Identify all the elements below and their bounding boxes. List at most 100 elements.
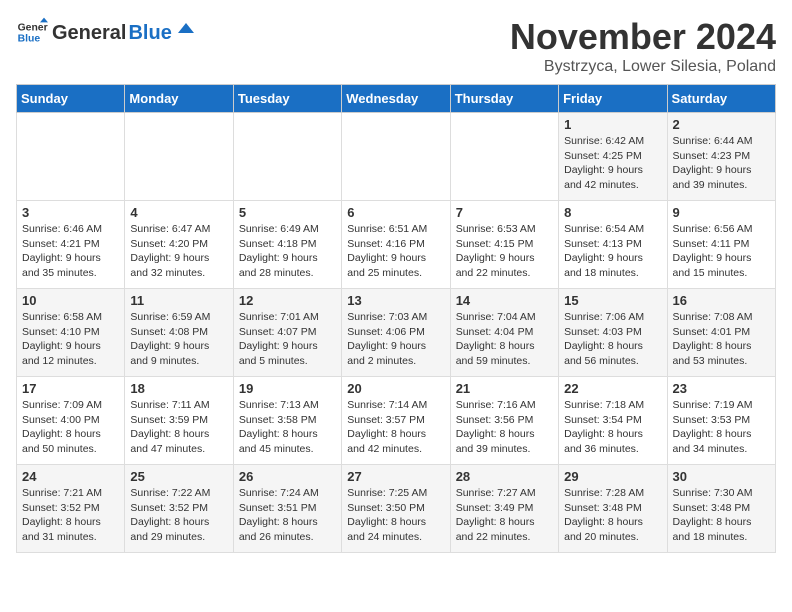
day-info: Sunrise: 6:54 AM Sunset: 4:13 PM Dayligh…: [564, 222, 661, 281]
day-number: 12: [239, 293, 336, 308]
calendar-cell: 20Sunrise: 7:14 AM Sunset: 3:57 PM Dayli…: [342, 377, 450, 465]
day-number: 11: [130, 293, 227, 308]
calendar-cell: 26 Sunrise: 7:24 AM Sunset: 3:51 PM Dayli…: [233, 465, 341, 553]
title-section: November 2024 Bystrzyca, Lower Silesia, …: [510, 16, 776, 76]
page-header: General Blue GeneralBlue November 2024 B…: [16, 16, 776, 76]
day-info: Sunrise: 7:11 AM Sunset: 3:59 PM Dayligh…: [130, 398, 227, 457]
day-number: 27: [347, 469, 444, 484]
day-info: Sunrise: 6:42 AM Sunset: 4:25 PM Dayligh…: [564, 134, 661, 193]
calendar-cell: 24 Sunrise: 7:21 AM Sunset: 3:52 PM Dayli…: [17, 465, 125, 553]
day-info: Sunrise: 7:16 AM Sunset: 3:56 PM Dayligh…: [456, 398, 553, 457]
day-info: Sunrise: 7:03 AM Sunset: 4:06 PM Dayligh…: [347, 310, 444, 369]
calendar-cell: 29Sunrise: 7:28 AM Sunset: 3:48 PM Dayli…: [559, 465, 667, 553]
logo-general-text: General: [52, 22, 126, 45]
day-number: 7: [456, 205, 553, 220]
calendar-week-row: 1 Sunrise: 6:42 AM Sunset: 4:25 PM Daylig…: [17, 113, 776, 201]
day-number: 28: [456, 469, 553, 484]
calendar-cell: 27 Sunrise: 7:25 AM Sunset: 3:50 PM Dayli…: [342, 465, 450, 553]
calendar-cell: 15Sunrise: 7:06 AM Sunset: 4:03 PM Dayli…: [559, 289, 667, 377]
day-number: 1: [564, 117, 661, 132]
calendar-cell: 10Sunrise: 6:58 AM Sunset: 4:10 PM Dayli…: [17, 289, 125, 377]
day-info: Sunrise: 7:21 AM Sunset: 3:52 PM Dayligh…: [22, 486, 119, 545]
logo: General Blue GeneralBlue: [16, 16, 196, 48]
calendar-cell: [125, 113, 233, 201]
calendar-cell: 3Sunrise: 6:46 AM Sunset: 4:21 PM Daylig…: [17, 201, 125, 289]
day-number: 21: [456, 381, 553, 396]
day-number: 8: [564, 205, 661, 220]
calendar-cell: 16Sunrise: 7:08 AM Sunset: 4:01 PM Dayli…: [667, 289, 775, 377]
logo-chevron-icon: [176, 19, 196, 39]
day-info: Sunrise: 7:18 AM Sunset: 3:54 PM Dayligh…: [564, 398, 661, 457]
calendar-cell: 5Sunrise: 6:49 AM Sunset: 4:18 PM Daylig…: [233, 201, 341, 289]
weekday-header-monday: Monday: [125, 85, 233, 113]
calendar-cell: 13Sunrise: 7:03 AM Sunset: 4:06 PM Dayli…: [342, 289, 450, 377]
day-number: 25: [130, 469, 227, 484]
day-info: Sunrise: 6:59 AM Sunset: 4:08 PM Dayligh…: [130, 310, 227, 369]
day-info: Sunrise: 7:04 AM Sunset: 4:04 PM Dayligh…: [456, 310, 553, 369]
logo-icon: General Blue: [16, 16, 48, 48]
calendar-table: SundayMondayTuesdayWednesdayThursdayFrid…: [16, 84, 776, 553]
day-number: 18: [130, 381, 227, 396]
calendar-cell: 11 Sunrise: 6:59 AM Sunset: 4:08 PM Dayli…: [125, 289, 233, 377]
day-number: 30: [673, 469, 770, 484]
calendar-cell: [342, 113, 450, 201]
day-info: Sunrise: 7:01 AM Sunset: 4:07 PM Dayligh…: [239, 310, 336, 369]
calendar-cell: 21 Sunrise: 7:16 AM Sunset: 3:56 PM Dayli…: [450, 377, 558, 465]
day-info: Sunrise: 7:09 AM Sunset: 4:00 PM Dayligh…: [22, 398, 119, 457]
calendar-cell: 23 Sunrise: 7:19 AM Sunset: 3:53 PM Dayli…: [667, 377, 775, 465]
day-info: Sunrise: 6:53 AM Sunset: 4:15 PM Dayligh…: [456, 222, 553, 281]
calendar-cell: 28Sunrise: 7:27 AM Sunset: 3:49 PM Dayli…: [450, 465, 558, 553]
day-number: 26: [239, 469, 336, 484]
day-number: 4: [130, 205, 227, 220]
calendar-week-row: 17 Sunrise: 7:09 AM Sunset: 4:00 PM Dayli…: [17, 377, 776, 465]
calendar-cell: [17, 113, 125, 201]
weekday-header-sunday: Sunday: [17, 85, 125, 113]
day-info: Sunrise: 6:51 AM Sunset: 4:16 PM Dayligh…: [347, 222, 444, 281]
calendar-cell: 14Sunrise: 7:04 AM Sunset: 4:04 PM Dayli…: [450, 289, 558, 377]
day-number: 2: [673, 117, 770, 132]
weekday-header-friday: Friday: [559, 85, 667, 113]
day-info: Sunrise: 6:56 AM Sunset: 4:11 PM Dayligh…: [673, 222, 770, 281]
calendar-cell: 2Sunrise: 6:44 AM Sunset: 4:23 PM Daylig…: [667, 113, 775, 201]
day-info: Sunrise: 7:24 AM Sunset: 3:51 PM Dayligh…: [239, 486, 336, 545]
day-info: Sunrise: 6:47 AM Sunset: 4:20 PM Dayligh…: [130, 222, 227, 281]
weekday-header-tuesday: Tuesday: [233, 85, 341, 113]
day-number: 3: [22, 205, 119, 220]
day-info: Sunrise: 7:06 AM Sunset: 4:03 PM Dayligh…: [564, 310, 661, 369]
day-number: 22: [564, 381, 661, 396]
day-number: 9: [673, 205, 770, 220]
calendar-cell: 25 Sunrise: 7:22 AM Sunset: 3:52 PM Dayli…: [125, 465, 233, 553]
weekday-header-thursday: Thursday: [450, 85, 558, 113]
day-info: Sunrise: 7:19 AM Sunset: 3:53 PM Dayligh…: [673, 398, 770, 457]
calendar-cell: 19Sunrise: 7:13 AM Sunset: 3:58 PM Dayli…: [233, 377, 341, 465]
calendar-cell: 4 Sunrise: 6:47 AM Sunset: 4:20 PM Daylig…: [125, 201, 233, 289]
day-info: Sunrise: 7:22 AM Sunset: 3:52 PM Dayligh…: [130, 486, 227, 545]
calendar-cell: 9 Sunrise: 6:56 AM Sunset: 4:11 PM Daylig…: [667, 201, 775, 289]
calendar-week-row: 24 Sunrise: 7:21 AM Sunset: 3:52 PM Dayli…: [17, 465, 776, 553]
calendar-cell: 17 Sunrise: 7:09 AM Sunset: 4:00 PM Dayli…: [17, 377, 125, 465]
day-number: 23: [673, 381, 770, 396]
svg-text:General: General: [18, 22, 48, 33]
day-number: 24: [22, 469, 119, 484]
logo-blue-text: Blue: [128, 22, 171, 45]
day-info: Sunrise: 6:49 AM Sunset: 4:18 PM Dayligh…: [239, 222, 336, 281]
day-number: 17: [22, 381, 119, 396]
weekday-header-saturday: Saturday: [667, 85, 775, 113]
calendar-cell: [450, 113, 558, 201]
day-info: Sunrise: 7:30 AM Sunset: 3:48 PM Dayligh…: [673, 486, 770, 545]
day-info: Sunrise: 7:25 AM Sunset: 3:50 PM Dayligh…: [347, 486, 444, 545]
calendar-cell: 12 Sunrise: 7:01 AM Sunset: 4:07 PM Dayli…: [233, 289, 341, 377]
calendar-cell: 6 Sunrise: 6:51 AM Sunset: 4:16 PM Daylig…: [342, 201, 450, 289]
calendar-cell: 8 Sunrise: 6:54 AM Sunset: 4:13 PM Daylig…: [559, 201, 667, 289]
day-info: Sunrise: 7:28 AM Sunset: 3:48 PM Dayligh…: [564, 486, 661, 545]
day-number: 20: [347, 381, 444, 396]
calendar-cell: [233, 113, 341, 201]
day-info: Sunrise: 7:13 AM Sunset: 3:58 PM Dayligh…: [239, 398, 336, 457]
day-number: 6: [347, 205, 444, 220]
calendar-cell: 18 Sunrise: 7:11 AM Sunset: 3:59 PM Dayli…: [125, 377, 233, 465]
calendar-week-row: 3Sunrise: 6:46 AM Sunset: 4:21 PM Daylig…: [17, 201, 776, 289]
calendar-cell: 30 Sunrise: 7:30 AM Sunset: 3:48 PM Dayli…: [667, 465, 775, 553]
day-info: Sunrise: 7:08 AM Sunset: 4:01 PM Dayligh…: [673, 310, 770, 369]
day-info: Sunrise: 6:58 AM Sunset: 4:10 PM Dayligh…: [22, 310, 119, 369]
location-subtitle: Bystrzyca, Lower Silesia, Poland: [510, 58, 776, 76]
